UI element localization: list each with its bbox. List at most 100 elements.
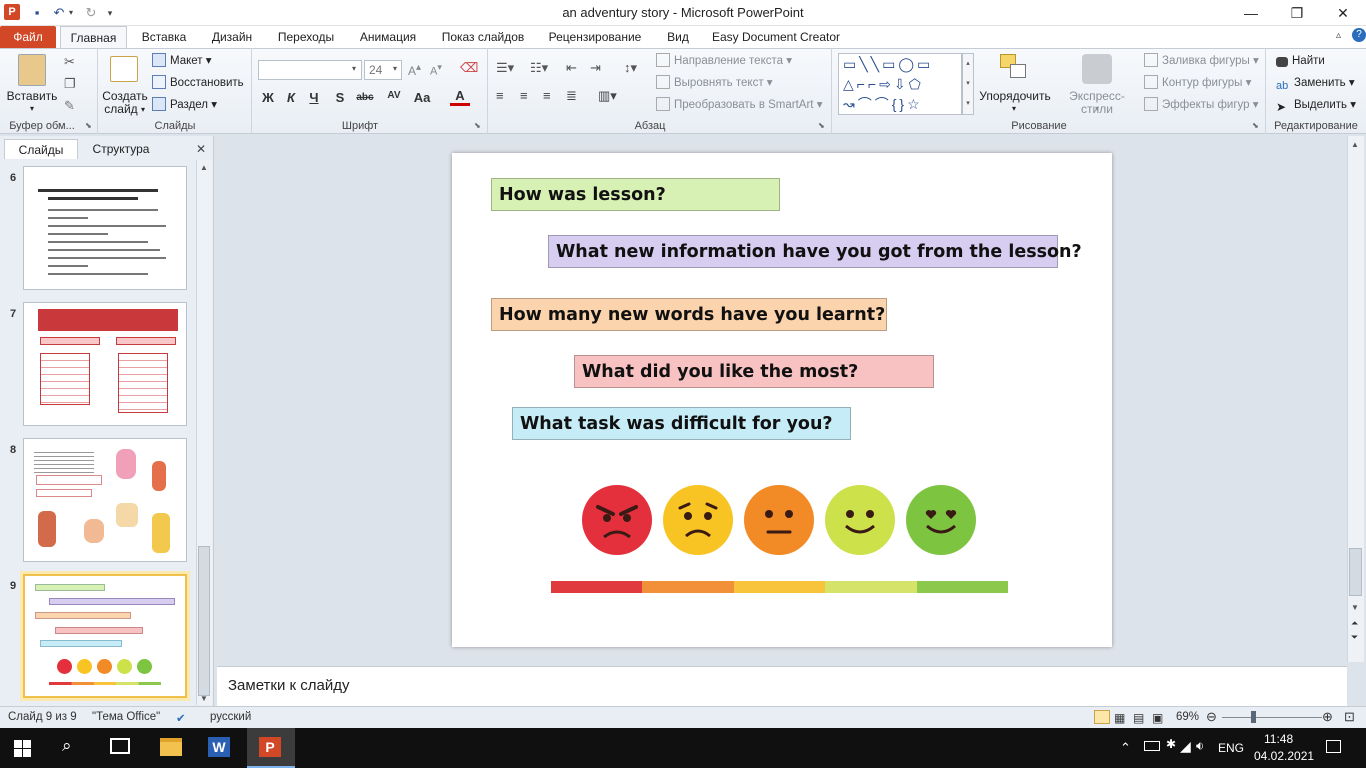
notes-pane[interactable]: Заметки к слайду: [217, 666, 1347, 706]
file-explorer-icon[interactable]: [160, 738, 182, 756]
align-text-button[interactable]: Выровнять текст ▾: [656, 74, 773, 92]
spellcheck-icon[interactable]: ✔: [176, 711, 186, 725]
new-slide-button-line2[interactable]: слайд: [100, 103, 142, 116]
minimize-ribbon-icon[interactable]: ▵: [1336, 30, 1341, 41]
slide-thumbnail-7[interactable]: [23, 302, 187, 426]
font-name-combo[interactable]: [258, 60, 362, 80]
slideshow-view-icon[interactable]: ▣: [1152, 711, 1163, 725]
cut-icon[interactable]: ✂: [64, 54, 75, 70]
question-new-words[interactable]: How many new words have you learnt?: [491, 298, 887, 331]
shadow-button[interactable]: S: [330, 88, 350, 108]
clipboard-launcher-icon[interactable]: ⬊: [85, 121, 92, 130]
paste-dropdown-icon[interactable]: ▾: [26, 102, 38, 115]
font-name-dropdown-icon[interactable]: ▾: [352, 64, 356, 73]
columns-icon[interactable]: ▥▾: [598, 88, 617, 104]
smartart-button[interactable]: Преобразовать в SmartArt ▾: [656, 96, 822, 114]
replace-button[interactable]: ab Заменить ▾: [1276, 74, 1355, 92]
align-right-icon[interactable]: ≡: [543, 88, 551, 103]
slide-thumbnail-6[interactable]: [23, 166, 187, 290]
quick-styles-icon[interactable]: [1082, 54, 1112, 84]
tab-review[interactable]: Рецензирование: [542, 26, 648, 48]
question-how-was-lesson[interactable]: How was lesson?: [491, 178, 780, 211]
new-slide-dropdown-icon[interactable]: ▾: [138, 103, 148, 116]
zoom-in-icon[interactable]: ⊕: [1322, 709, 1333, 725]
bold-button[interactable]: Ж: [258, 88, 278, 108]
section-button[interactable]: Раздел ▾: [152, 96, 217, 114]
grow-font-icon[interactable]: A▴: [408, 62, 421, 78]
increase-indent-icon[interactable]: ⇥: [590, 60, 601, 76]
slide-sorter-icon[interactable]: ▦: [1114, 711, 1125, 725]
clear-format-icon[interactable]: ⌫: [460, 60, 478, 76]
font-color-button[interactable]: A: [450, 86, 470, 106]
tab-file[interactable]: Файл: [0, 26, 56, 48]
tab-insert[interactable]: Вставка: [133, 26, 195, 48]
tab-animation[interactable]: Анимация: [352, 26, 424, 48]
previous-slide-icon[interactable]: ⏶: [1351, 618, 1358, 629]
copy-icon[interactable]: ❐: [64, 76, 76, 92]
paste-icon[interactable]: [18, 54, 46, 86]
normal-view-icon[interactable]: [1094, 710, 1110, 724]
shapes-scroll[interactable]: ▴ ▾ ▾: [962, 53, 974, 115]
theme-name[interactable]: "Тема Office": [92, 711, 160, 723]
underline-button[interactable]: Ч: [304, 88, 324, 108]
shape-fill-button[interactable]: Заливка фигуры ▾: [1144, 52, 1259, 70]
question-new-information[interactable]: What new information have you got from t…: [548, 235, 1082, 268]
shrink-font-icon[interactable]: A▾: [430, 62, 442, 78]
volume-icon[interactable]: 🔉︎: [1196, 738, 1204, 754]
zoom-level[interactable]: 69%: [1176, 711, 1199, 723]
align-left-icon[interactable]: ≡: [496, 88, 504, 103]
quick-styles-dropdown-icon[interactable]: ▾: [1092, 102, 1102, 115]
notification-icon[interactable]: [1326, 740, 1341, 753]
zoom-slider[interactable]: [1222, 717, 1322, 718]
reading-view-icon[interactable]: ▤: [1133, 711, 1144, 725]
battery-icon[interactable]: [1144, 741, 1160, 751]
align-center-icon[interactable]: ≡: [520, 88, 528, 103]
justify-icon[interactable]: ≣: [566, 88, 577, 104]
font-launcher-icon[interactable]: ⬊: [474, 121, 481, 130]
maximize-button[interactable]: ❐: [1274, 0, 1320, 26]
question-difficult-task[interactable]: What task was difficult for you?: [512, 407, 851, 440]
font-size-dropdown-icon[interactable]: ▾: [393, 64, 397, 73]
minimize-button[interactable]: —: [1228, 0, 1274, 26]
find-button[interactable]: Найти: [1276, 52, 1325, 70]
text-direction-button[interactable]: Направление текста ▾: [656, 52, 792, 70]
reset-button[interactable]: Восстановить: [152, 74, 244, 92]
drawing-launcher-icon[interactable]: ⬊: [1252, 121, 1259, 130]
panel-scroll-down-icon[interactable]: ▼: [200, 694, 208, 703]
main-scroll-up-icon[interactable]: ▲: [1351, 140, 1359, 149]
close-button[interactable]: ✕: [1320, 0, 1366, 26]
tab-slideshow[interactable]: Показ слайдов: [435, 26, 531, 48]
tab-outline-panel[interactable]: Структура: [84, 139, 158, 159]
paragraph-launcher-icon[interactable]: ⬊: [818, 121, 825, 130]
tab-design[interactable]: Дизайн: [203, 26, 261, 48]
question-liked-most[interactable]: What did you like the most?: [574, 355, 934, 388]
select-button[interactable]: ➤ Выделить ▾: [1276, 96, 1356, 114]
format-painter-icon[interactable]: ✎: [64, 98, 75, 114]
shape-outline-button[interactable]: Контур фигуры ▾: [1144, 74, 1251, 92]
panel-scroll-thumb[interactable]: [198, 546, 210, 696]
clock-time[interactable]: 11:48: [1264, 732, 1293, 746]
word-app-icon[interactable]: W: [208, 737, 230, 757]
fit-slide-icon[interactable]: ⊡: [1344, 709, 1355, 725]
italic-button[interactable]: К: [281, 88, 301, 108]
slide-thumbnail-9[interactable]: [23, 574, 187, 698]
windows-start-icon[interactable]: [14, 740, 31, 757]
layout-button[interactable]: Макет ▾: [152, 52, 212, 70]
clock-date[interactable]: 04.02.2021: [1254, 749, 1314, 763]
main-scroll-down-icon[interactable]: ▼: [1351, 603, 1359, 612]
powerpoint-app-icon[interactable]: P: [247, 728, 295, 768]
current-slide[interactable]: How was lesson? What new information hav…: [452, 153, 1112, 647]
bluetooth-icon[interactable]: ✱: [1166, 737, 1176, 751]
shapes-gallery[interactable]: ▭╲╲▭◯▭ △⌐⌐⇨⇩⬠ ↝⌒⌒{}☆: [838, 53, 962, 115]
search-icon[interactable]: ⌕: [62, 736, 72, 756]
shape-effects-button[interactable]: Эффекты фигур ▾: [1144, 96, 1259, 114]
decrease-indent-icon[interactable]: ⇤: [566, 60, 577, 76]
close-panel-button[interactable]: ✕: [196, 142, 206, 156]
tab-easy-document-creator[interactable]: Easy Document Creator: [708, 26, 844, 48]
tab-home[interactable]: Главная: [60, 26, 127, 48]
input-language[interactable]: ENG: [1218, 741, 1244, 755]
language-indicator[interactable]: русский: [210, 711, 251, 723]
line-spacing-icon[interactable]: ↕▾: [624, 60, 637, 76]
tab-transitions[interactable]: Переходы: [270, 26, 342, 48]
bullets-icon[interactable]: ☰▾: [496, 60, 514, 76]
